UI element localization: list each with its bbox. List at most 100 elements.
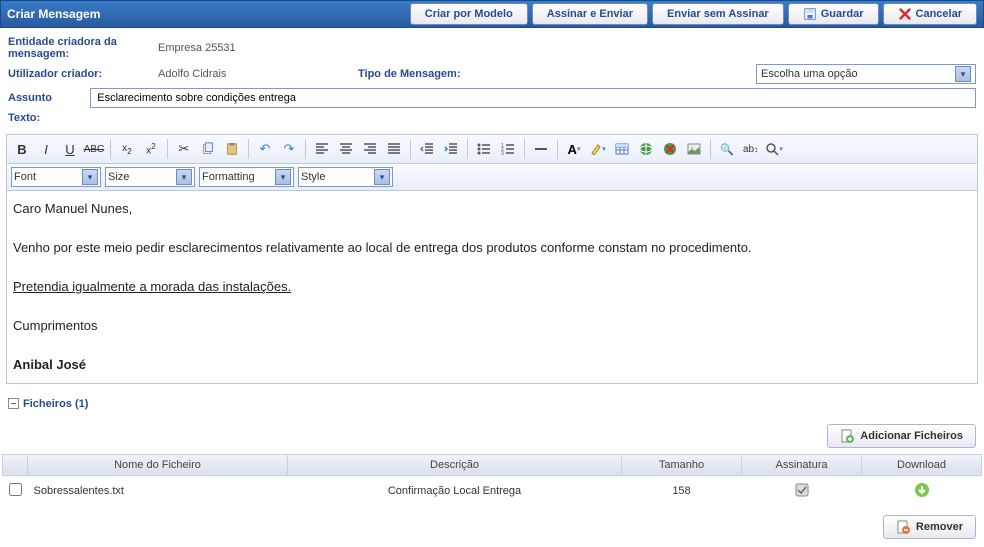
- align-justify-icon: [387, 142, 401, 156]
- remover-button[interactable]: Remover: [883, 515, 976, 539]
- align-right-button[interactable]: [359, 138, 381, 160]
- numbered-list-button[interactable]: 123: [497, 138, 519, 160]
- link-icon: [639, 142, 653, 156]
- remove-file-icon: [896, 520, 910, 534]
- undo-button[interactable]: ↶: [254, 138, 276, 160]
- horizontal-rule-button[interactable]: [530, 138, 552, 160]
- assunto-label: Assunto: [8, 92, 90, 104]
- cancel-icon: [898, 7, 912, 21]
- binoculars-icon: 🔍: [720, 143, 734, 156]
- hr-icon: [534, 142, 548, 156]
- magnifier-icon: [765, 142, 779, 156]
- editor-body[interactable]: Caro Manuel Nunes, Venho por este meio p…: [6, 191, 978, 384]
- files-section-title: Ficheiros (1): [23, 398, 88, 410]
- bold-button[interactable]: B: [11, 138, 33, 160]
- style-select[interactable]: Style▾: [298, 167, 393, 187]
- chevron-down-icon: ▾: [275, 169, 291, 185]
- chevron-down-icon: ▾: [374, 169, 390, 185]
- indent-button[interactable]: [440, 138, 462, 160]
- size-select[interactable]: Size▾: [105, 167, 195, 187]
- font-select[interactable]: Font▾: [11, 167, 101, 187]
- cancelar-button[interactable]: Cancelar: [883, 3, 977, 25]
- criar-por-modelo-button[interactable]: Criar por Modelo: [410, 3, 528, 25]
- outdent-icon: [420, 142, 434, 156]
- editor-line: Caro Manuel Nunes,: [13, 199, 971, 219]
- align-left-button[interactable]: [311, 138, 333, 160]
- superscript-button[interactable]: x2: [140, 138, 162, 160]
- subscript-button[interactable]: x2: [116, 138, 138, 160]
- align-justify-button[interactable]: [383, 138, 405, 160]
- title-bar: Criar Mensagem Criar por Modelo Assinar …: [0, 0, 984, 28]
- strikethrough-button[interactable]: ABC: [83, 138, 105, 160]
- redo-button[interactable]: ↷: [278, 138, 300, 160]
- bullet-list-button[interactable]: [473, 138, 495, 160]
- form-area: Entidade criadora da mensagem: Empresa 2…: [0, 28, 984, 132]
- col-download: Download: [862, 454, 982, 475]
- svg-text:3: 3: [501, 151, 504, 156]
- download-icon[interactable]: [914, 482, 930, 498]
- align-center-icon: [339, 142, 353, 156]
- font-color-button[interactable]: A▾: [563, 138, 585, 160]
- paste-button[interactable]: [221, 138, 243, 160]
- row-checkbox[interactable]: [9, 483, 22, 496]
- highlight-button[interactable]: ▾: [587, 138, 609, 160]
- file-desc-cell: Confirmação Local Entrega: [288, 475, 622, 507]
- insert-table-button[interactable]: [611, 138, 633, 160]
- insert-link-button[interactable]: [635, 138, 657, 160]
- tipo-mensagem-label: Tipo de Mensagem:: [358, 68, 498, 80]
- find-button[interactable]: 🔍: [716, 138, 738, 160]
- table-row: Sobressalentes.txt Confirmação Local Ent…: [3, 475, 982, 507]
- col-assinatura: Assinatura: [742, 454, 862, 475]
- file-signature-cell: [742, 475, 862, 507]
- outdent-button[interactable]: [416, 138, 438, 160]
- save-icon: [803, 7, 817, 21]
- entidade-value: Empresa 25531: [158, 42, 418, 54]
- indent-icon: [444, 142, 458, 156]
- formatting-select[interactable]: Formatting▾: [199, 167, 294, 187]
- image-icon: [687, 142, 701, 156]
- utilizador-label: Utilizador criador:: [8, 68, 158, 80]
- assinar-enviar-button[interactable]: Assinar e Enviar: [532, 3, 648, 25]
- utilizador-value: Adolfo Cidrais: [158, 68, 298, 80]
- window-title: Criar Mensagem: [7, 7, 410, 21]
- files-section-header: – Ficheiros (1): [8, 398, 976, 410]
- editor-toolbar-2: Font▾ Size▾ Formatting▾ Style▾: [6, 164, 978, 191]
- align-right-icon: [363, 142, 377, 156]
- entidade-label: Entidade criadora da mensagem:: [8, 36, 158, 60]
- underline-button[interactable]: U: [59, 138, 81, 160]
- cut-button[interactable]: ✂: [173, 138, 195, 160]
- italic-button[interactable]: I: [35, 138, 57, 160]
- paste-icon: [225, 142, 239, 156]
- chevron-down-icon: ▾: [955, 66, 971, 82]
- highlight-icon: [590, 143, 602, 155]
- insert-image-button[interactable]: [683, 138, 705, 160]
- file-name-cell: Sobressalentes.txt: [28, 475, 288, 507]
- signature-icon[interactable]: [794, 482, 810, 498]
- zoom-button[interactable]: ▾: [763, 138, 785, 160]
- editor-line: Anibal José: [13, 355, 971, 375]
- add-file-icon: [840, 429, 854, 443]
- replace-button[interactable]: ab↕: [740, 138, 761, 160]
- editor-toolbar-1: B I U ABC x2 x2 ✂ ↶ ↷ 123 A▾ ▾ 🔍 ab↕ ▾: [6, 134, 978, 164]
- collapse-toggle[interactable]: –: [8, 398, 19, 409]
- enviar-sem-assinar-button[interactable]: Enviar sem Assinar: [652, 3, 784, 25]
- scissors-icon: ✂: [179, 141, 190, 157]
- header-buttons: Criar por Modelo Assinar e Enviar Enviar…: [410, 3, 977, 25]
- file-size-cell: 158: [622, 475, 742, 507]
- unlink-icon: [663, 142, 677, 156]
- chevron-down-icon: ▾: [82, 169, 98, 185]
- file-download-cell: [862, 475, 982, 507]
- files-table: Nome do Ficheiro Descrição Tamanho Assin…: [2, 454, 982, 507]
- remove-link-button[interactable]: [659, 138, 681, 160]
- assunto-input[interactable]: [90, 88, 976, 108]
- editor-line: Cumprimentos: [13, 316, 971, 336]
- align-center-button[interactable]: [335, 138, 357, 160]
- guardar-button[interactable]: Guardar: [788, 3, 879, 25]
- bullet-list-icon: [477, 142, 491, 156]
- tipo-mensagem-select[interactable]: Escolha uma opção ▾: [756, 64, 976, 84]
- copy-icon: [201, 142, 215, 156]
- copy-button[interactable]: [197, 138, 219, 160]
- chevron-down-icon: ▾: [176, 169, 192, 185]
- col-tamanho: Tamanho: [622, 454, 742, 475]
- adicionar-ficheiros-button[interactable]: Adicionar Ficheiros: [827, 424, 976, 448]
